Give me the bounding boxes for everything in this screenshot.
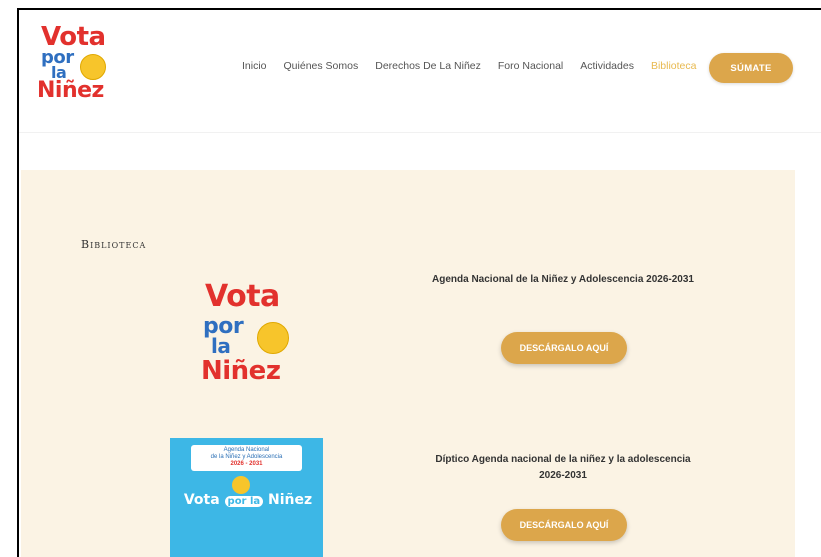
cover-title-ninez: Niñez <box>268 492 313 508</box>
nav-actividades[interactable]: Actividades <box>580 60 634 72</box>
main-nav: Inicio Quiénes Somos Derechos De La Niñe… <box>242 60 713 72</box>
nav-derechos[interactable]: Derechos De La Niñez <box>375 60 481 72</box>
library-section: Biblioteca Vota por la Niñez Agenda Naci… <box>21 170 795 557</box>
doc-title-1: Agenda Nacional de la Niñez y Adolescenc… <box>432 274 694 285</box>
doc-title-2: Díptico Agenda nacional de la niñez y la… <box>435 454 691 481</box>
cover-title-vota: Vota <box>183 492 220 508</box>
section-title: Biblioteca <box>81 238 147 251</box>
cover-illustration <box>190 553 303 557</box>
download-button-1[interactable]: DESCÁRGALO AQUÍ <box>501 332 627 364</box>
cover-title: Vota por la Niñez <box>178 492 318 508</box>
nav-biblioteca[interactable]: Biblioteca <box>651 60 697 72</box>
download-button-2[interactable]: DESCÁRGALO AQUÍ <box>501 509 627 541</box>
cover-head-line3: 2026 - 2031 <box>230 461 263 468</box>
wink-emoji-icon <box>80 54 106 80</box>
nav-quienes-somos[interactable]: Quiénes Somos <box>284 60 359 72</box>
diptico-cover-image: Agenda Nacional de la Niñez y Adolescenc… <box>170 438 323 557</box>
sumate-button[interactable]: SÚMATE <box>709 53 793 83</box>
library-wink-emoji-icon <box>257 322 289 354</box>
nav-inicio[interactable]: Inicio <box>242 60 267 72</box>
library-logo-word-ninez: Niñez <box>201 356 281 386</box>
library-logo-image: Vota por la Niñez <box>201 280 311 390</box>
library-logo-word-la: la <box>211 334 231 358</box>
cover-title-por-la: por la <box>224 496 264 507</box>
cover-head-line2: de la Niñez y Adolescencia <box>210 454 283 461</box>
site-header: Vota por la Niñez Inicio Quiénes Somos D… <box>19 10 821 133</box>
nav-foro-nacional[interactable]: Foro Nacional <box>498 60 563 72</box>
browser-frame: Vota por la Niñez Inicio Quiénes Somos D… <box>17 8 821 557</box>
cover-head-line1: Agenda Nacional <box>223 447 270 453</box>
cover-header: Agenda Nacional de la Niñez y Adolescenc… <box>191 445 302 471</box>
library-logo-word-vota: Vota <box>205 279 280 314</box>
site-logo[interactable]: Vota por la Niñez <box>35 20 125 106</box>
logo-word-ninez: Niñez <box>37 78 104 103</box>
